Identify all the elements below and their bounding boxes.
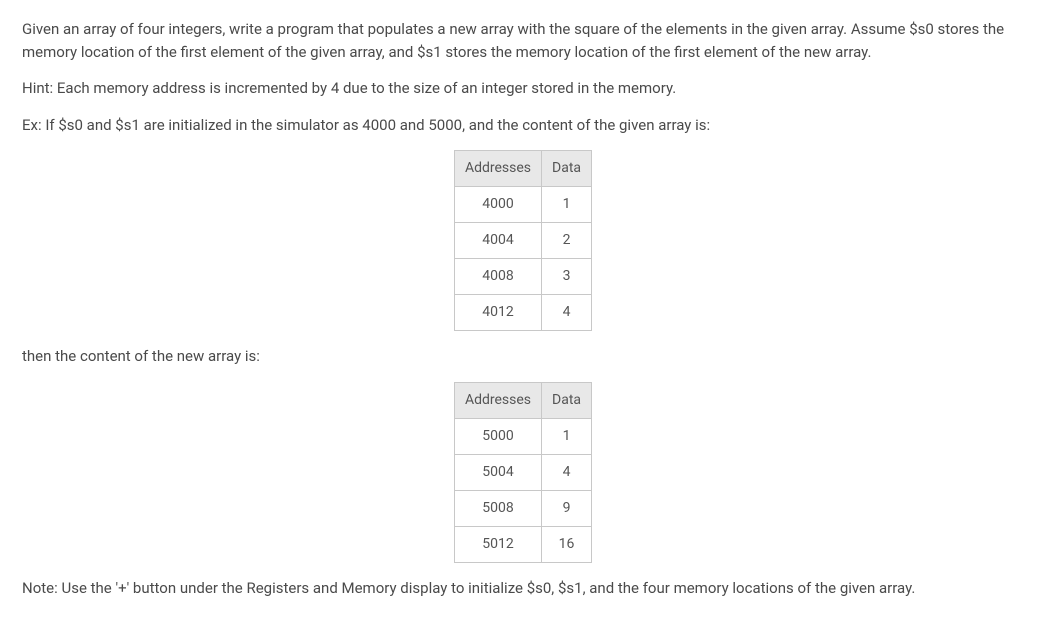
table-row: 5008 9 bbox=[454, 490, 591, 526]
table-header-row: Addresses Data bbox=[454, 382, 591, 418]
problem-then-lead: then the content of the new array is: bbox=[22, 345, 1024, 368]
table-row: 4008 3 bbox=[454, 259, 591, 295]
cell-address: 5012 bbox=[454, 526, 541, 562]
cell-data: 9 bbox=[542, 490, 592, 526]
col-header-data: Data bbox=[542, 151, 592, 187]
cell-address: 4000 bbox=[454, 187, 541, 223]
new-array-table: Addresses Data 5000 1 5004 4 5008 9 5012… bbox=[454, 382, 592, 563]
table-row: 4004 2 bbox=[454, 223, 591, 259]
col-header-addresses: Addresses bbox=[454, 382, 541, 418]
problem-hint: Hint: Each memory address is incremented… bbox=[22, 77, 1024, 100]
table-row: 4012 4 bbox=[454, 295, 591, 331]
cell-data: 4 bbox=[542, 454, 592, 490]
table-row: 5004 4 bbox=[454, 454, 591, 490]
problem-example-lead: Ex: If $s0 and $s1 are initialized in th… bbox=[22, 114, 1024, 137]
given-array-table-wrap: Addresses Data 4000 1 4004 2 4008 3 4012… bbox=[22, 150, 1024, 331]
new-array-table-wrap: Addresses Data 5000 1 5004 4 5008 9 5012… bbox=[22, 382, 1024, 563]
cell-address: 5008 bbox=[454, 490, 541, 526]
cell-address: 4012 bbox=[454, 295, 541, 331]
cell-address: 4004 bbox=[454, 223, 541, 259]
cell-data: 3 bbox=[542, 259, 592, 295]
col-header-addresses: Addresses bbox=[454, 151, 541, 187]
table-row: 4000 1 bbox=[454, 187, 591, 223]
problem-note: Note: Use the '+' button under the Regis… bbox=[22, 577, 1024, 600]
cell-data: 16 bbox=[542, 526, 592, 562]
cell-address: 5000 bbox=[454, 418, 541, 454]
cell-data: 2 bbox=[542, 223, 592, 259]
cell-data: 1 bbox=[542, 187, 592, 223]
cell-address: 4008 bbox=[454, 259, 541, 295]
problem-intro: Given an array of four integers, write a… bbox=[22, 18, 1024, 63]
cell-address: 5004 bbox=[454, 454, 541, 490]
cell-data: 1 bbox=[542, 418, 592, 454]
table-header-row: Addresses Data bbox=[454, 151, 591, 187]
table-row: 5012 16 bbox=[454, 526, 591, 562]
given-array-table: Addresses Data 4000 1 4004 2 4008 3 4012… bbox=[454, 150, 592, 331]
col-header-data: Data bbox=[542, 382, 592, 418]
cell-data: 4 bbox=[542, 295, 592, 331]
table-row: 5000 1 bbox=[454, 418, 591, 454]
